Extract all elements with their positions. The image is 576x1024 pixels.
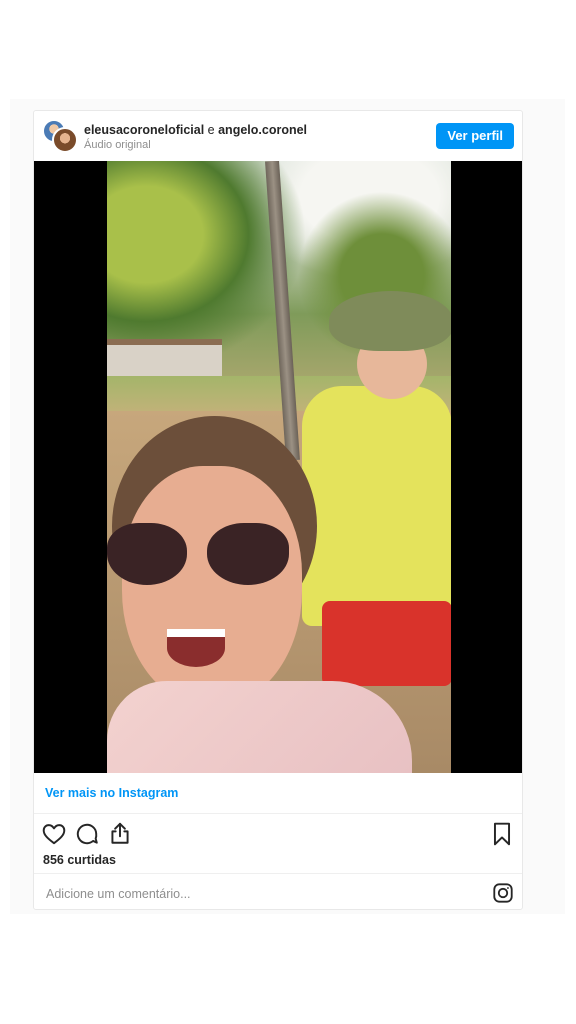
comment-row [34, 873, 522, 912]
view-profile-button[interactable]: Ver perfil [436, 123, 514, 149]
woman-face [122, 466, 302, 706]
author-primary-link[interactable]: eleusacoroneloficial [84, 123, 204, 137]
sunglasses-lens [207, 523, 289, 585]
bookmark-icon[interactable] [489, 821, 515, 847]
likes-count[interactable]: 856 curtidas [43, 853, 116, 867]
sunglasses-lens [107, 523, 187, 585]
woman-smile [167, 629, 225, 667]
action-bar [34, 814, 522, 854]
woman-top [107, 681, 412, 773]
man-hat [329, 291, 451, 351]
man-shirt [302, 386, 451, 626]
comment-icon[interactable] [74, 821, 100, 847]
share-icon[interactable] [107, 820, 133, 846]
instagram-icon[interactable] [492, 882, 514, 904]
view-more-link[interactable]: Ver mais no Instagram [45, 786, 178, 800]
avatar-stack[interactable] [42, 119, 78, 153]
post-media[interactable] [34, 161, 522, 773]
avatar[interactable] [52, 127, 78, 153]
post-authors: eleusacoroneloficial e angelo.coronel [84, 123, 307, 137]
comment-input[interactable] [44, 884, 468, 904]
audio-label[interactable]: Áudio original [84, 139, 151, 151]
author-separator: e [207, 123, 215, 137]
instagram-embed-card: eleusacoroneloficial e angelo.coronel Áu… [33, 110, 523, 910]
heart-icon[interactable] [41, 821, 67, 847]
author-secondary-link[interactable]: angelo.coronel [218, 123, 307, 137]
video-frame[interactable] [107, 161, 451, 773]
post-header: eleusacoroneloficial e angelo.coronel Áu… [34, 111, 522, 161]
view-more-row: Ver mais no Instagram [34, 773, 522, 814]
man-shorts [322, 601, 451, 686]
